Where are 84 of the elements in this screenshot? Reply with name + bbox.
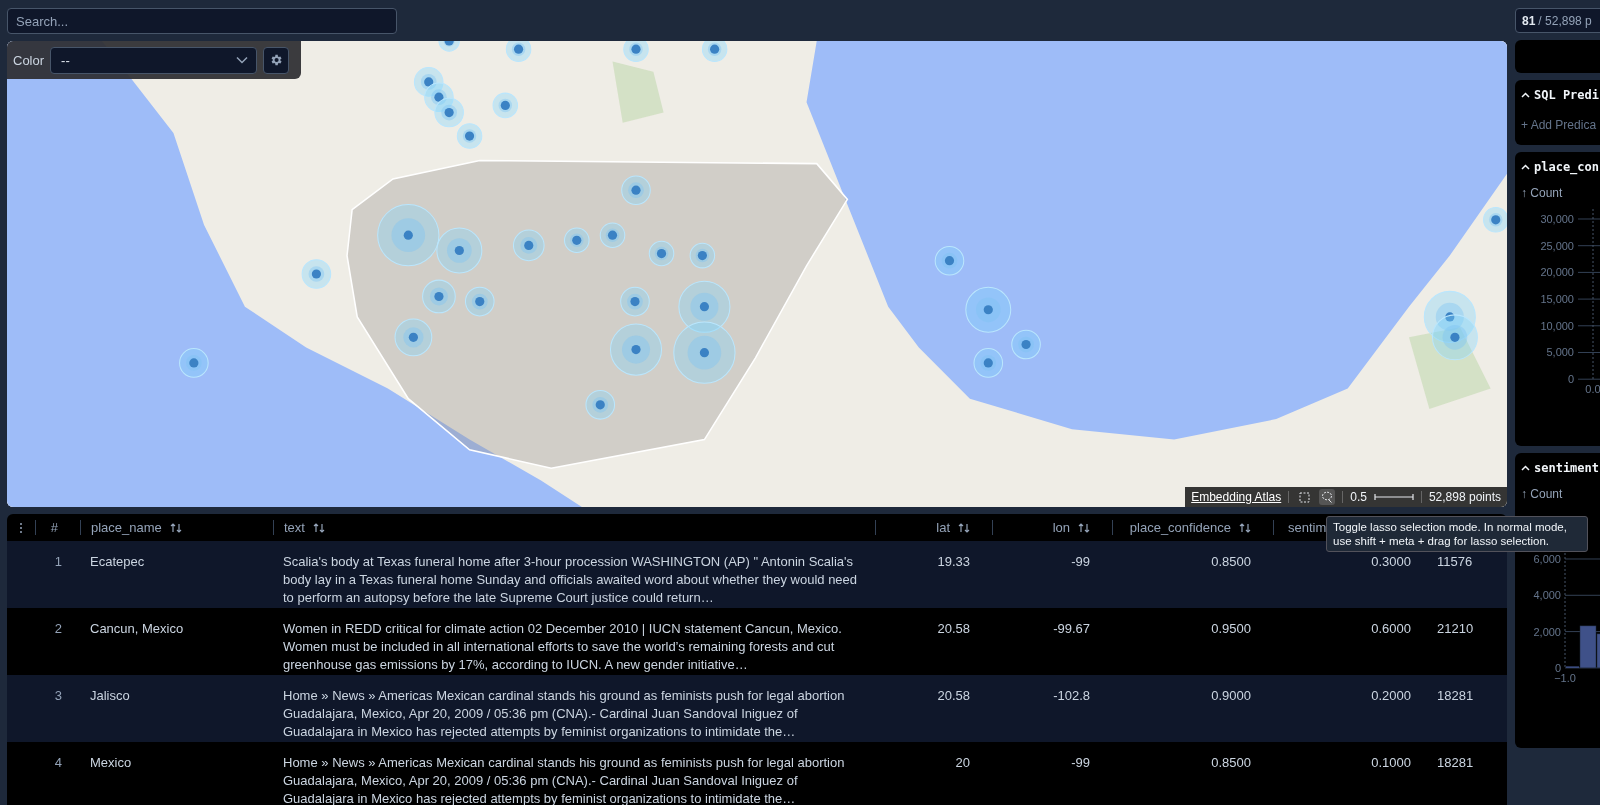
- tick-label: 15,000: [1540, 293, 1574, 306]
- tick-label: 25,000: [1540, 239, 1574, 252]
- table-cell-text: Cancun, Mexico: [89, 620, 185, 638]
- map-drawing[interactable]: [7, 41, 1507, 507]
- embedding-atlas-link[interactable]: Embedding Atlas: [1191, 490, 1282, 504]
- table-cell-text: 18281: [1436, 687, 1475, 705]
- tick-label: 0: [1554, 661, 1561, 674]
- point-count: 52,898 points: [1428, 490, 1501, 504]
- tick-label: 0.0: [1585, 383, 1600, 396]
- column-header[interactable]: place_confidence: [1112, 520, 1273, 535]
- table-cell-text: -99: [1070, 754, 1091, 772]
- more-vertical-icon[interactable]: [19, 521, 23, 534]
- column-header[interactable]: text: [273, 520, 875, 535]
- table-cell-text: -102.8: [1052, 687, 1091, 705]
- line-icon: [1373, 492, 1414, 502]
- table-cell-text: 0.8500: [1210, 754, 1252, 772]
- table-cell-text: 0.1000: [1370, 754, 1412, 772]
- table-cell-text: 11576: [1436, 553, 1474, 571]
- table-cell-text: 0.3000: [1370, 553, 1412, 571]
- sort-icon[interactable]: [1078, 521, 1090, 534]
- table-cell-text: 18281: [1436, 754, 1475, 772]
- row-number: 3: [53, 687, 63, 705]
- sort-icon[interactable]: [312, 521, 325, 534]
- column-header[interactable]: lon: [992, 520, 1112, 535]
- color-dropdown[interactable]: --: [50, 46, 258, 74]
- settings-icon: [269, 53, 284, 67]
- table-cell-text: 0.6000: [1370, 620, 1412, 638]
- table-cell-text: Mexico: [89, 754, 133, 772]
- lasso-icon: [1321, 491, 1334, 503]
- column-header[interactable]: #: [35, 520, 80, 535]
- search-field[interactable]: Search...: [7, 8, 397, 34]
- table-cell-text: 0.8500: [1210, 553, 1252, 571]
- table-cell-text: 19.33: [936, 553, 971, 571]
- table-cell-text: 20.58: [936, 620, 971, 638]
- sort-icon[interactable]: [1239, 521, 1251, 534]
- axis-title: ↑ Count: [1521, 186, 1564, 200]
- tick-label: −1.0: [1554, 671, 1576, 684]
- row-number: 1: [53, 553, 63, 571]
- row-number: 2: [53, 620, 63, 638]
- axis-title: ↑ Count: [1521, 487, 1564, 501]
- table-cell-text: 20.58: [936, 687, 971, 705]
- tick-label: 0: [1567, 373, 1574, 386]
- point-size-value: 0.5: [1350, 490, 1367, 504]
- settings-button[interactable]: [263, 46, 290, 74]
- panel-title: SQL Predi: [1534, 88, 1600, 102]
- row-number: 4: [53, 754, 63, 772]
- chevron-up-icon[interactable]: [1521, 90, 1530, 100]
- text-cell-text: Women in REDD critical for climate action 02 December 2010 | IUCN statement Cancun, Mexico. Women must be included in all international efforts to save the world’s remaining forests and cut greenhouse gas emissions by 17%, according to IUCN. A new gender initiative…: [282, 620, 843, 674]
- add-predicate-link[interactable]: + Add Predica: [1521, 118, 1600, 132]
- table-cell-text: 0.9500: [1210, 620, 1252, 638]
- color-label: Color: [13, 52, 45, 68]
- table-cell-text: 21210: [1436, 620, 1475, 638]
- column-header[interactable]: lat: [875, 520, 992, 535]
- sort-icon[interactable]: [169, 521, 182, 534]
- text-cell-text: Home » News » Americas Mexican cardinal stands his ground as feminists push for legal abortion Guadalajara, Mexico, Apr 20, 2009 / 05:36 pm (CNA).- Cardinal Juan Sandoval Iniguez of Guadalajara in Mexico has rejected attempts by feminist organizations to intimidate the…: [282, 687, 846, 741]
- table-cell-text: 0.9000: [1210, 687, 1252, 705]
- chevron-up-icon[interactable]: [1521, 463, 1530, 473]
- tick-label: 4,000: [1533, 589, 1561, 602]
- tick-label: 6,000: [1533, 553, 1561, 565]
- table-cell-text: Ecatepec: [89, 553, 146, 571]
- panel-title: sentiment: [1534, 461, 1600, 475]
- table-cell-text: 20: [954, 754, 971, 772]
- text-cell-text: Scalia's body at Texas funeral home after 3-hour procession WASHINGTON (AP) " Antonin Scalia's body lay in a Texas funeral home Sunday and officials awaited word about whether they would need to perform an autopsy before the late Supreme Court justice could return…: [282, 553, 859, 607]
- table-cell-text: 0.2000: [1370, 687, 1412, 705]
- dashed-square-icon: [1298, 491, 1310, 503]
- chevron-up-icon[interactable]: [1521, 162, 1530, 172]
- tick-label: 20,000: [1540, 266, 1574, 279]
- tick-label: 2,000: [1533, 625, 1561, 638]
- tooltip: Toggle lasso selection mode. In normal mode, use shift + meta + drag for lasso selection.: [1326, 516, 1588, 552]
- panel-title: place_con: [1534, 160, 1600, 174]
- lasso-button[interactable]: [1319, 489, 1336, 505]
- table-cell-text: -99: [1070, 553, 1091, 571]
- chevron-down-icon: [236, 56, 249, 64]
- histogram-drawing: [1566, 625, 1600, 669]
- table-cell-text: -99.67: [1052, 620, 1091, 638]
- tick-label: 30,000: [1540, 213, 1574, 225]
- text-cell-text: Home » News » Americas Mexican cardinal stands his ground as feminists push for legal abortion Guadalajara, Mexico, Apr 20, 2009 / 05:36 pm (CNA).- Cardinal Juan Sandoval Iniguez of Guadalajara in Mexico has rejected attempts by feminist organizations to intimidate the…: [282, 754, 846, 805]
- column-header[interactable]: place_name: [80, 520, 273, 535]
- selection-count: 81 / 52,898 p: [1515, 8, 1600, 33]
- table-cell-text: Jalisco: [89, 687, 131, 705]
- tick-label: 10,000: [1540, 319, 1574, 332]
- rectangle-select-button[interactable]: [1296, 489, 1313, 505]
- sort-icon[interactable]: [958, 521, 970, 534]
- tick-label: 5,000: [1546, 346, 1574, 359]
